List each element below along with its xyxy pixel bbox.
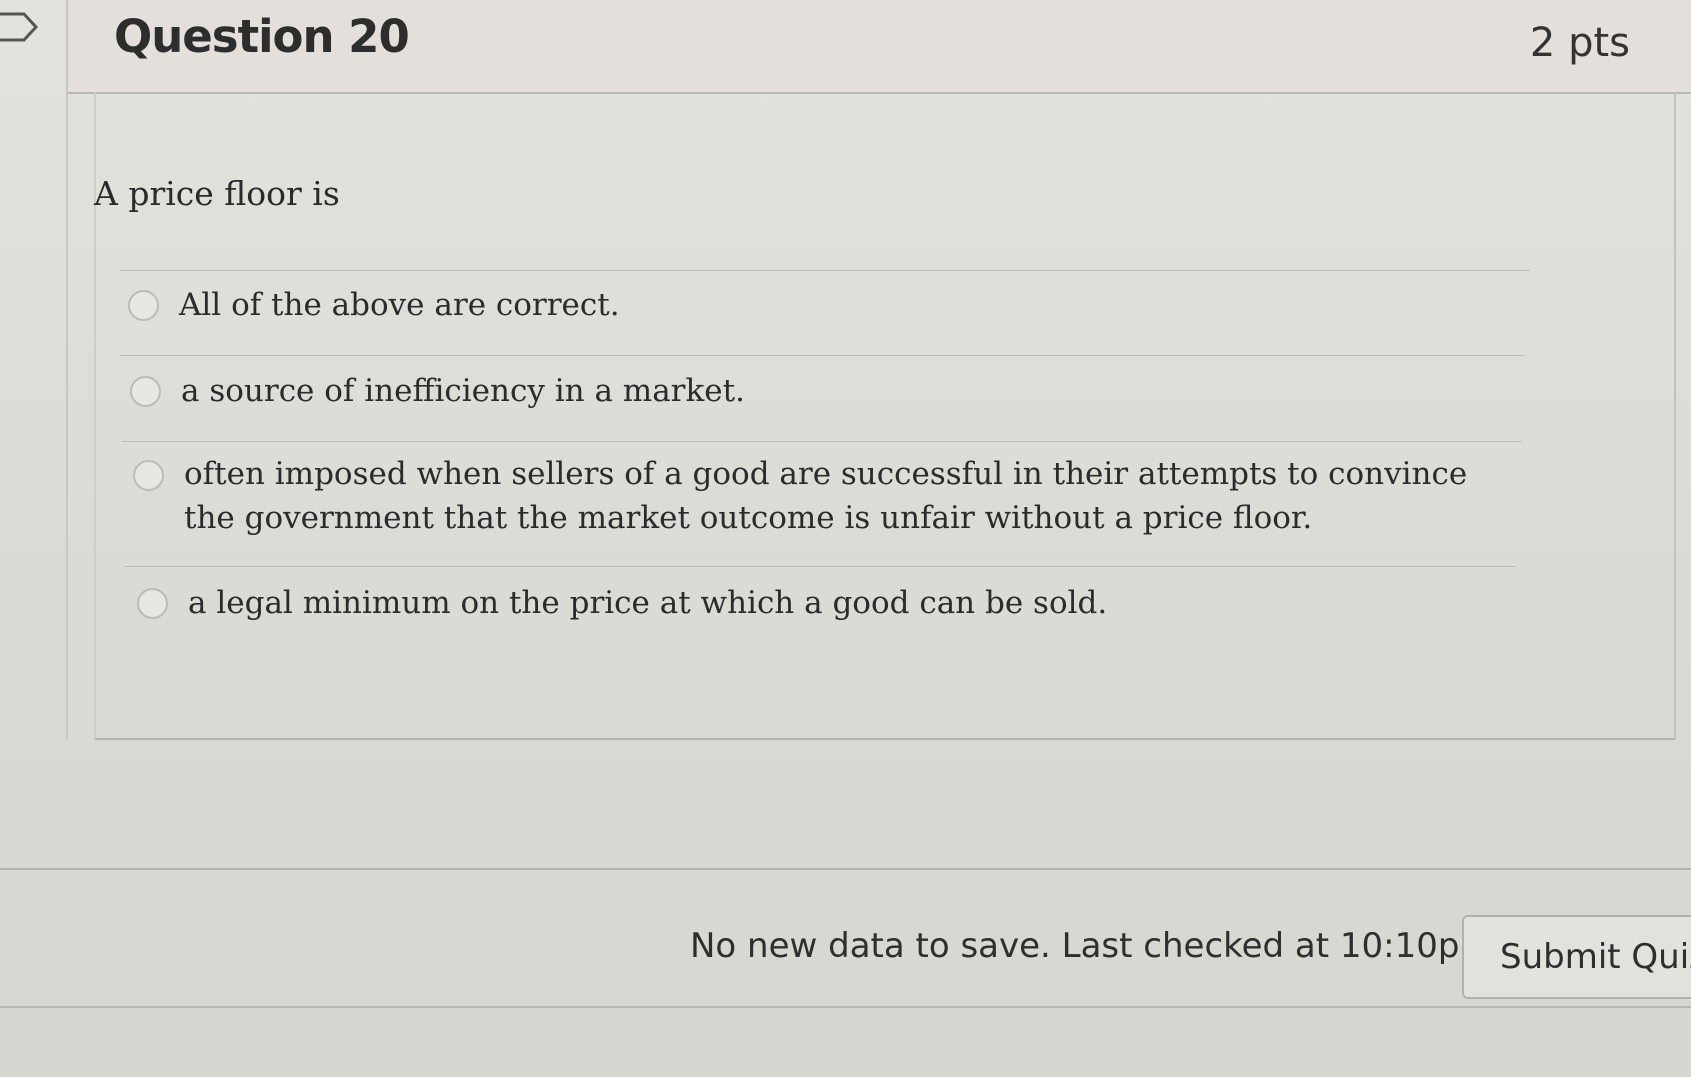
question-text: A price floor is [94,174,340,213]
flag-question-icon[interactable] [0,12,40,42]
divider [120,270,1530,271]
answer-option[interactable]: often imposed when sellers of a good are… [133,452,1513,540]
question-header: Question 20 2 pts [68,0,1691,94]
answer-label: a source of inefficiency in a market. [181,373,745,409]
answer-option[interactable]: a source of inefficiency in a market. [130,368,745,414]
answer-label: a legal minimum on the price at which a … [188,585,1108,621]
radio-button[interactable] [133,460,164,491]
divider [124,566,1516,567]
question-title: Question 20 [114,10,410,63]
answer-label: All of the above are correct. [179,287,620,323]
footer-divider [0,868,1691,870]
answer-option[interactable]: All of the above are correct. [128,282,620,328]
radio-button[interactable] [128,290,159,321]
answer-option[interactable]: a legal minimum on the price at which a … [137,580,1107,626]
radio-button[interactable] [137,588,168,619]
divider [120,355,1525,356]
radio-button[interactable] [130,376,161,407]
answer-label: often imposed when sellers of a good are… [184,456,1468,536]
save-status-text: No new data to save. Last checked at 10:… [690,926,1493,966]
divider [122,441,1522,442]
submit-quiz-button[interactable]: Submit Quiz [1462,915,1691,999]
question-points: 2 pts [1529,20,1630,66]
footer-divider [0,1006,1691,1008]
quiz-page: Question 20 2 pts A price floor is All o… [0,0,1691,1077]
